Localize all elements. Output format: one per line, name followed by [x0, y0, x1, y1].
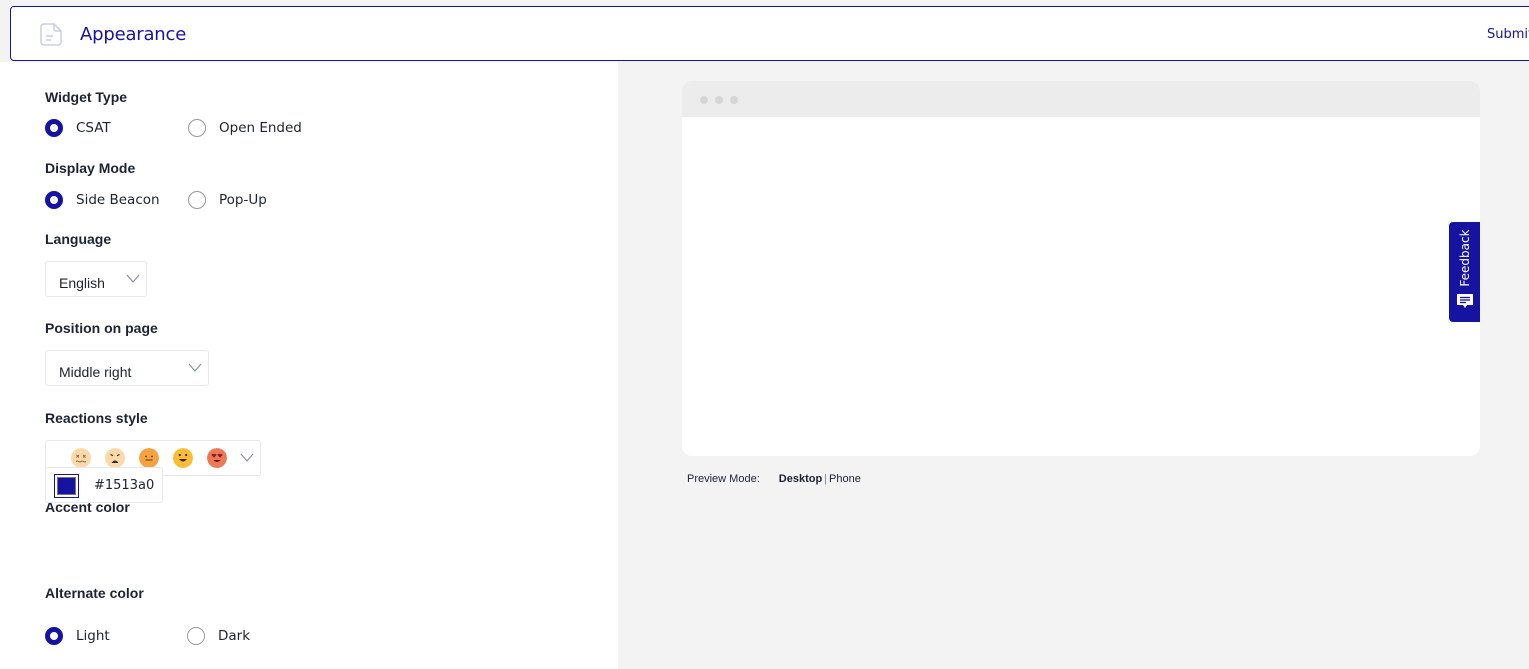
position-label: Position on page — [45, 320, 158, 336]
preview-mode-label: Preview Mode: — [687, 473, 760, 485]
chevron-down-icon — [240, 453, 254, 462]
position-value: Middle right — [59, 364, 132, 380]
radio-csat[interactable]: CSAT — [45, 119, 111, 137]
heart-eyes-face-icon — [207, 448, 227, 468]
radio-pop-up[interactable]: Pop-Up — [188, 191, 267, 209]
emoji-row — [71, 448, 227, 468]
window-dot-icon — [730, 96, 738, 104]
neutral-face-icon — [139, 448, 159, 468]
frowning-face-icon — [105, 448, 125, 468]
preview-mode-separator: | — [824, 473, 828, 485]
accent-color-picker: #1513a0 — [45, 467, 163, 503]
preview-mode-switch: Preview Mode: Desktop | Phone — [687, 473, 861, 485]
language-value: English — [59, 275, 105, 291]
radio-unselected-icon — [188, 119, 206, 137]
alternate-color-label: Alternate color — [45, 585, 144, 601]
language-select[interactable]: English — [45, 261, 147, 297]
chevron-down-icon — [126, 274, 140, 283]
radio-unselected-icon — [187, 627, 205, 645]
message-icon — [1457, 294, 1473, 308]
page-header: Appearance Submit — [10, 6, 1529, 61]
window-dot-icon — [700, 96, 708, 104]
radio-label: Dark — [218, 628, 251, 644]
radio-selected-icon — [45, 191, 63, 209]
smiling-face-icon — [173, 448, 193, 468]
dizzy-face-icon — [71, 448, 91, 468]
radio-light[interactable]: Light — [45, 627, 110, 645]
accent-color-swatch[interactable] — [54, 474, 79, 498]
position-select[interactable]: Middle right — [45, 350, 209, 386]
radio-open-ended[interactable]: Open Ended — [188, 119, 302, 137]
radio-unselected-icon — [188, 191, 206, 209]
accent-color-value[interactable]: #1513a0 — [94, 478, 154, 493]
browser-title-bar — [682, 81, 1480, 117]
language-label: Language — [45, 231, 112, 247]
preview-mode-phone[interactable]: Phone — [829, 473, 861, 485]
reactions-style-label: Reactions style — [45, 410, 148, 426]
radio-label: CSAT — [76, 120, 111, 136]
radio-selected-icon — [45, 119, 63, 137]
window-dot-icon — [715, 96, 723, 104]
feedback-tab-label: Feedback — [1457, 229, 1472, 287]
preview-mode-desktop[interactable]: Desktop — [779, 473, 822, 485]
radio-label: Open Ended — [219, 120, 302, 136]
radio-dark[interactable]: Dark — [187, 627, 250, 645]
radio-label: Side Beacon — [76, 192, 160, 208]
feedback-tab[interactable]: Feedback — [1449, 222, 1480, 322]
radio-label: Pop-Up — [219, 192, 267, 208]
display-mode-label: Display Mode — [45, 160, 136, 176]
widget-type-label: Widget Type — [45, 89, 128, 105]
radio-selected-icon — [45, 627, 63, 645]
page-title: Appearance — [80, 24, 187, 45]
submit-button[interactable]: Submit — [1487, 27, 1529, 42]
radio-side-beacon[interactable]: Side Beacon — [45, 191, 160, 209]
document-icon — [40, 23, 62, 46]
chevron-down-icon — [188, 363, 202, 372]
preview-panel: Feedback Preview Mode: Desktop | Phone — [618, 62, 1529, 669]
radio-label: Light — [76, 628, 110, 644]
browser-preview — [682, 81, 1480, 456]
